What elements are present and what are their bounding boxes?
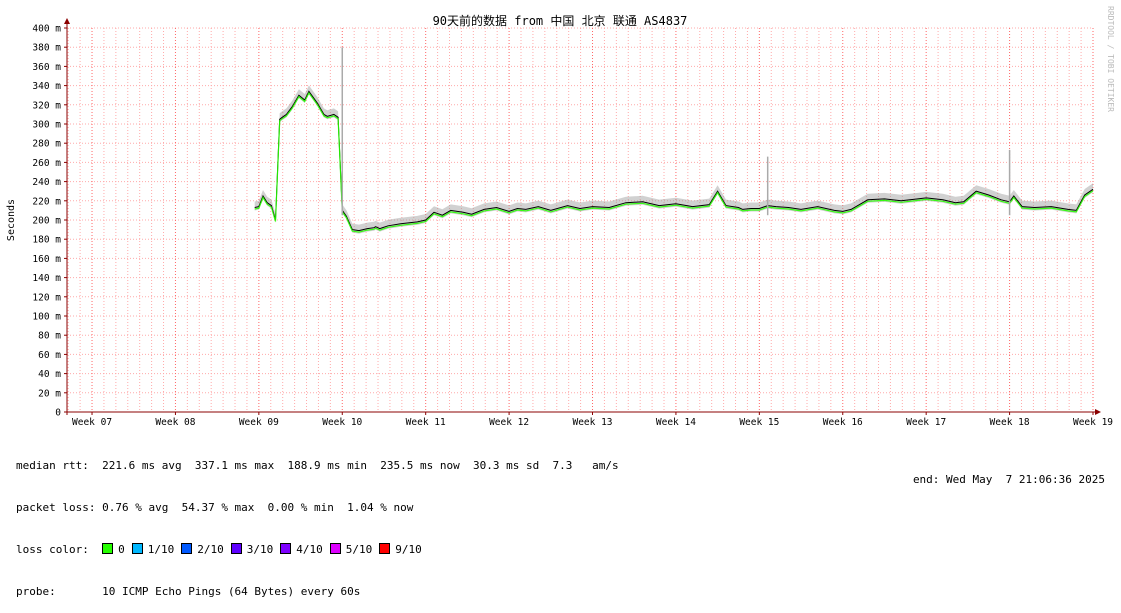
loss-color-row: loss color: 0 1/10 2/10 3/10 4/10 5/10 9/10 [16, 543, 619, 557]
y-axis-ticks: 0 20 m 40 m 60 m 80 m 100 m 120 m 140 m 160 m 180… [32, 24, 67, 419]
end-time: end: Wed May 7 21:06:36 2025 [912, 473, 1105, 486]
rrdtool-credit: RRDTOOL / TOBI OETIKER [1106, 6, 1115, 112]
y-tick-label: 280 m [32, 139, 61, 150]
y-tick-label: 60 m [38, 350, 61, 361]
y-tick-label: 320 m [32, 100, 61, 111]
x-tick-label: Week 09 [239, 417, 279, 428]
y-tick-label: 0 [55, 408, 61, 419]
y-tick-label: 360 m [32, 62, 61, 73]
rtt-chart: 90天前的数据 from 中国 北京 联通 AS4837 Seconds RRD… [6, 6, 1115, 428]
packet-loss-row: packet loss: 0.76 % avg 54.37 % max 0.00… [16, 501, 619, 515]
x-axis-ticks: Week 07 Week 08 Week 09 Week 10 Week 11 Week … [72, 412, 1113, 428]
loss-color-label-text: 0 [118, 543, 125, 556]
chart-axes [64, 18, 1101, 415]
y-tick-label: 100 m [32, 312, 61, 323]
loss-color-item: 1/10 [131, 543, 175, 556]
loss-color-swatches: 0 1/10 2/10 3/10 4/10 5/10 9/10 [102, 543, 429, 556]
y-tick-label: 380 m [32, 43, 61, 54]
loss-color-label-text: 1/10 [147, 543, 175, 556]
y-tick-label: 140 m [32, 273, 61, 284]
loss-color-swatch [230, 543, 242, 554]
loss-color-item: 9/10 [379, 543, 422, 556]
probe-label: probe: [16, 585, 56, 598]
loss-color-item: 5/10 [329, 543, 373, 556]
y-tick-label: 260 m [32, 158, 61, 169]
loss-color-label-text: 3/10 [246, 543, 274, 556]
y-tick-label: 300 m [32, 120, 61, 131]
stats-legend: median rtt: 221.6 ms avg 337.1 ms max 18… [16, 431, 619, 613]
median-rtt-row: median rtt: 221.6 ms avg 337.1 ms max 18… [16, 459, 619, 473]
loss-color-swatch [102, 543, 114, 554]
y-tick-label: 120 m [32, 292, 61, 303]
loss-color-swatch [379, 543, 391, 554]
y-axis-label: Seconds [6, 199, 17, 241]
loss-color-item: 4/10 [280, 543, 323, 556]
loss-color-swatch [280, 543, 292, 554]
smoke-band [254, 85, 1093, 234]
loss-color-swatch [181, 543, 193, 554]
x-tick-label: Week 14 [656, 417, 696, 428]
x-tick-label: Week 12 [489, 417, 529, 428]
x-tick-label: Week 15 [739, 417, 779, 428]
loss-color-item: 0 [102, 543, 125, 556]
x-axis-arrow [1095, 409, 1101, 415]
x-tick-label: Week 11 [406, 417, 446, 428]
y-tick-label: 400 m [32, 24, 61, 35]
y-tick-label: 220 m [32, 196, 61, 207]
y-tick-label: 20 m [38, 388, 61, 399]
packet-loss-label: packet loss: [16, 501, 96, 514]
loss-color-swatch [329, 543, 341, 554]
y-tick-label: 200 m [32, 216, 61, 227]
probe-row: probe: 10 ICMP Echo Pings (64 Bytes) eve… [16, 585, 619, 599]
x-tick-label: Week 16 [823, 417, 863, 428]
x-tick-label: Week 08 [155, 417, 195, 428]
median-rtt-label: median rtt: [16, 459, 89, 472]
loss-color-label: loss color: [16, 543, 89, 556]
chart-grid [67, 27, 1094, 412]
packet-loss-value: 0.76 % avg 54.37 % max 0.00 % min 1.04 %… [102, 501, 414, 514]
probe-value: 10 ICMP Echo Pings (64 Bytes) every 60s [102, 585, 361, 598]
y-tick-label: 340 m [32, 81, 61, 92]
loss-color-label-text: 9/10 [395, 543, 422, 556]
y-axis-arrow [64, 18, 70, 24]
loss-color-item: 2/10 [181, 543, 224, 556]
loss-color-item: 3/10 [230, 543, 274, 556]
y-tick-label: 80 m [38, 331, 61, 342]
x-tick-label: Week 17 [906, 417, 946, 428]
y-tick-label: 160 m [32, 254, 61, 265]
x-tick-label: Week 13 [572, 417, 612, 428]
median-rtt-value: 221.6 ms avg 337.1 ms max 188.9 ms min 2… [102, 459, 619, 472]
y-tick-label: 180 m [32, 235, 61, 246]
y-tick-label: 40 m [38, 369, 61, 380]
x-tick-label: Week 18 [990, 417, 1030, 428]
loss-color-swatch [131, 543, 143, 554]
median-rtt-line [254, 90, 1094, 232]
x-tick-label: Week 10 [322, 417, 362, 428]
y-tick-label: 240 m [32, 177, 61, 188]
loss-color-label-text: 5/10 [345, 543, 373, 556]
x-tick-label: Week 07 [72, 417, 112, 428]
loss-color-label-text: 2/10 [197, 543, 224, 556]
x-tick-label: Week 19 [1073, 417, 1113, 428]
plot-area [254, 47, 1094, 234]
loss-color-label-text: 4/10 [296, 543, 323, 556]
chart-title: 90天前的数据 from 中国 北京 联通 AS4837 [433, 13, 688, 28]
